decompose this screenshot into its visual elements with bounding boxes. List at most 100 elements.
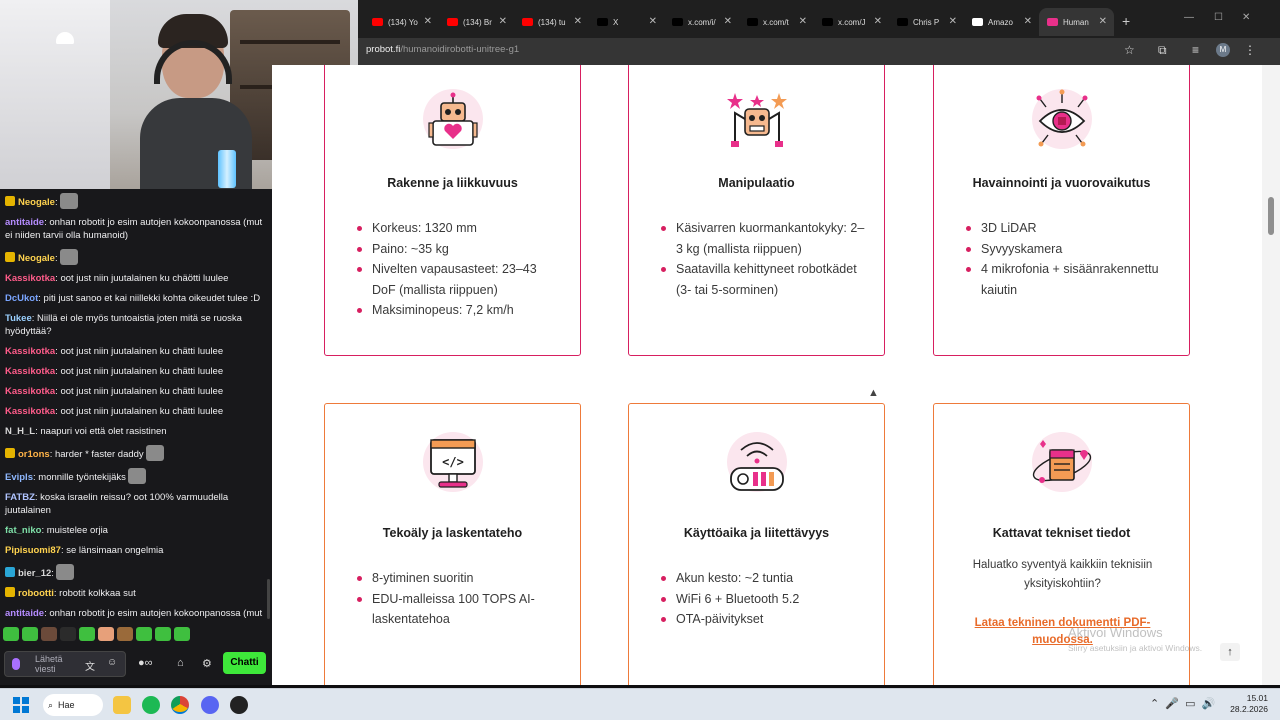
minimize-icon[interactable]: — [1184,12,1194,23]
media-icon[interactable]: ≡ [1192,43,1199,57]
system-tray[interactable]: ⌃ 🎤 ▭ 🔊 [1150,697,1215,710]
tab-close-icon[interactable]: ✕ [649,16,657,27]
emoji-icon[interactable]: ☺ [107,657,117,668]
card-title: Käyttöaika ja liitettävyys [683,526,830,540]
chat-emote-icon[interactable] [145,444,164,461]
chat-username[interactable]: Neogale [18,253,55,264]
maximize-icon[interactable]: ☐ [1214,12,1223,23]
extensions-icon[interactable]: ⧉ [1158,43,1167,58]
chat-username[interactable]: Neogale [18,197,55,208]
close-window-icon[interactable]: ✕ [1242,12,1250,23]
bits-icon[interactable]: ●∞ [138,657,153,669]
chat-username[interactable]: or1ons [18,449,50,460]
start-button-icon[interactable] [13,697,29,713]
emote-icon[interactable] [98,627,114,641]
chat-input[interactable]: Lähetä viesti 文 ☺ [4,651,126,677]
chat-username[interactable]: DcUkot [5,293,38,304]
browser-tab[interactable]: Chris P ✕ [889,8,964,36]
chat-scrollbar[interactable] [267,579,270,619]
chat-message: N_H_L: naapuri voi että olet rasistinen [5,421,268,441]
browser-tab[interactable]: Amazo ✕ [964,8,1039,36]
chat-username[interactable]: Kassikotka [5,273,55,284]
chat-message-text: : onhan robotit jo esim autojen kokoonpa… [5,607,263,622]
chat-emote-icon[interactable] [127,467,146,484]
emote-icon[interactable] [3,627,19,641]
menu-icon[interactable]: ⋮ [1244,43,1256,57]
chat-badge-icon[interactable] [5,195,15,206]
chat-emote-icon[interactable] [55,563,74,580]
microphone-icon[interactable] [12,658,20,670]
chat-username[interactable]: Kassikotka [5,346,55,357]
chat-badge-icon[interactable] [5,586,15,597]
browser-tab[interactable]: (134) Yo ✕ [364,8,439,36]
chat-username[interactable]: FATBZ [5,492,35,503]
chat-username[interactable]: bier_12 [18,568,51,579]
obs-icon[interactable] [230,696,248,714]
chat-username[interactable]: robootti [18,588,54,599]
taskbar-search[interactable]: ⌕ Hae [43,694,103,716]
tab-close-icon[interactable]: ✕ [799,16,807,27]
emote-icon[interactable] [22,627,38,641]
chat-message-text: : koska israelin reissu? oot 100% varmuu… [5,491,229,516]
chat-username[interactable]: antitaide [5,608,44,619]
chat-username[interactable]: Tukee [5,313,32,324]
file-explorer-icon[interactable] [113,696,131,714]
chat-username[interactable]: antitaide [5,217,44,228]
browser-tab[interactable]: Human ✕ [1039,8,1114,36]
discord-icon[interactable] [201,696,219,714]
chat-emote-icon[interactable] [59,192,78,209]
browser-tab[interactable]: x.com/i/ ✕ [664,8,739,36]
tab-close-icon[interactable]: ✕ [874,16,882,27]
chat-username[interactable]: Pipisuomi87 [5,545,61,556]
chat-username[interactable]: Kassikotka [5,406,55,417]
browser-tab[interactable]: X ✕ [589,8,664,36]
chat-username[interactable]: Evipls [5,472,33,483]
chat-username[interactable]: Kassikotka [5,366,55,377]
svg-text:</>: </> [442,455,464,469]
chat-message: Neogale: [5,189,268,212]
emote-icon[interactable] [174,627,190,641]
chat-badge-icon[interactable] [5,566,15,577]
chat-username[interactable]: Kassikotka [5,386,55,397]
new-tab-icon[interactable]: + [1122,13,1130,29]
emote-icon[interactable] [155,627,171,641]
tab-close-icon[interactable]: ✕ [574,16,582,27]
taskbar-clock[interactable]: 15.01 28.2.2026 [1228,693,1268,715]
page-scrollbar-thumb[interactable] [1268,197,1274,235]
tab-label: x.com/J [838,17,866,27]
bookmark-star-icon[interactable]: ☆ [1124,43,1135,57]
browser-tab[interactable]: x.com/J ✕ [814,8,889,36]
back-to-top-button[interactable]: ↑ [1220,643,1240,661]
chat-badge-icon[interactable] [5,251,15,262]
page-scrollbar[interactable] [1262,65,1280,685]
profile-avatar[interactable]: M [1216,43,1230,57]
emote-icon[interactable] [117,627,133,641]
chat-message-list[interactable]: Neogale: antitaide: onhan robotit jo esim… [0,189,272,621]
tab-close-icon[interactable]: ✕ [1024,16,1032,27]
chrome-icon[interactable] [171,696,189,714]
spotify-icon[interactable] [142,696,160,714]
emote-icon[interactable] [136,627,152,641]
tab-close-icon[interactable]: ✕ [724,16,732,27]
browser-tab[interactable]: x.com/t ✕ [739,8,814,36]
tab-close-icon[interactable]: ✕ [424,16,432,27]
tab-close-icon[interactable]: ✕ [949,16,957,27]
tab-close-icon[interactable]: ✕ [1099,16,1107,27]
chat-emote-icon[interactable] [59,248,78,265]
address-bar[interactable]: probot.fi/humanoidirobotti-unitree-g1 [366,44,519,55]
store-icon[interactable]: ⌂ [177,657,184,669]
emote-icon[interactable] [60,627,76,641]
spec-card: </> Tekoäly ja laskentateho 8-ytiminen s… [324,403,581,685]
browser-tab[interactable]: (134) Br ✕ [439,8,514,36]
emote-icon[interactable] [41,627,57,641]
tab-close-icon[interactable]: ✕ [499,16,507,27]
tab-favicon-icon [372,18,383,26]
chat-username[interactable]: N_H_L [5,426,35,437]
chat-badge-icon[interactable] [5,447,15,458]
chat-send-button[interactable]: Chatti [223,652,266,674]
chat-username[interactable]: fat_niko [5,525,41,536]
settings-icon[interactable]: ⚙ [202,657,212,670]
browser-tab[interactable]: (134) tu ✕ [514,8,589,36]
emote-icon[interactable] [79,627,95,641]
translate-icon[interactable]: 文 [85,658,95,673]
